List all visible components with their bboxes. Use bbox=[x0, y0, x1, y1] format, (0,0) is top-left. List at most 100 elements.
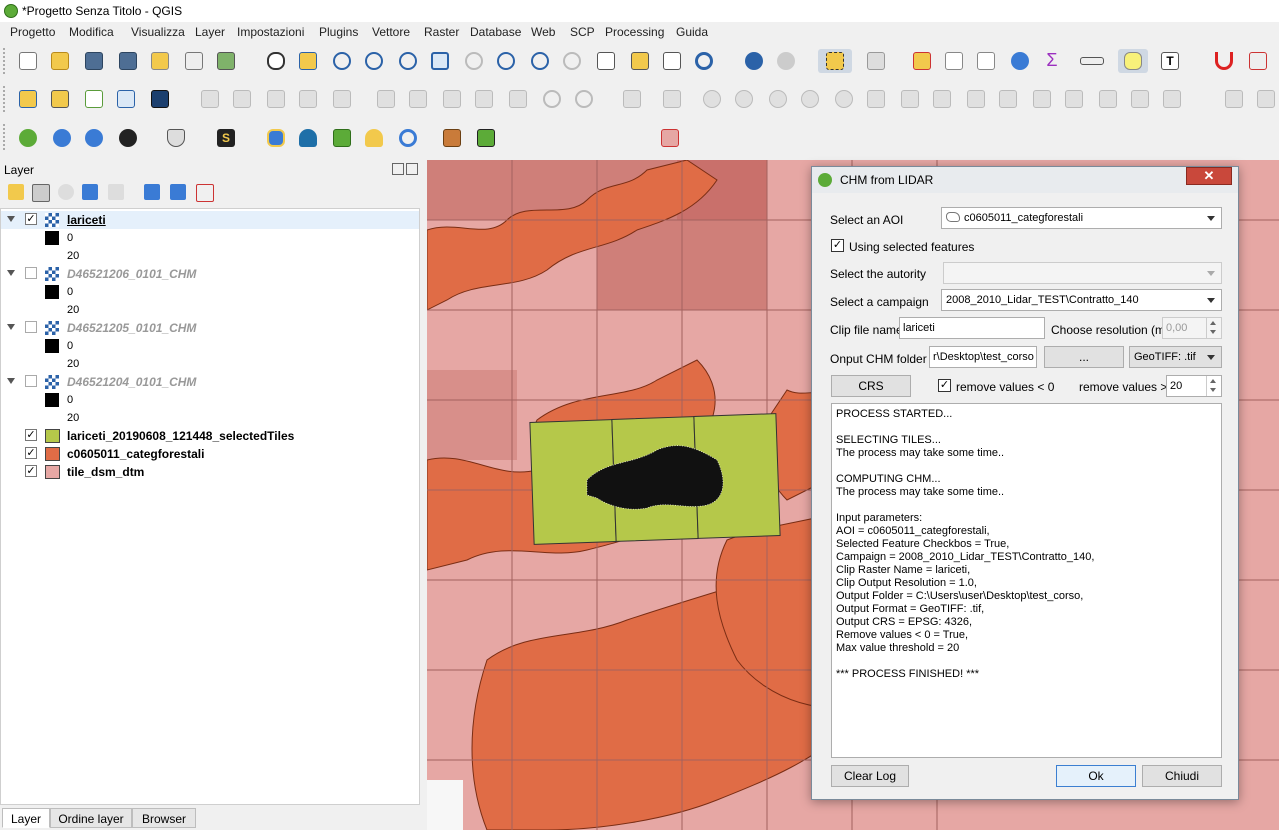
filter-legend-icon[interactable] bbox=[82, 184, 98, 200]
reshape-features-icon[interactable] bbox=[864, 87, 888, 111]
merge-features-icon[interactable] bbox=[1062, 87, 1086, 111]
output-format-select[interactable]: GeoTIFF: .tif bbox=[1129, 346, 1222, 368]
toolbar-handle[interactable] bbox=[3, 124, 9, 150]
new-spatialite-icon[interactable] bbox=[114, 87, 138, 111]
person-plugin-icon[interactable] bbox=[362, 126, 386, 150]
new-geopackage-icon[interactable] bbox=[48, 87, 72, 111]
browse-folder-button[interactable]: ... bbox=[1044, 346, 1124, 368]
new-shapefile-icon[interactable] bbox=[82, 87, 106, 111]
expand-arrow-icon[interactable] bbox=[7, 378, 15, 384]
layout-manager-button[interactable] bbox=[182, 49, 206, 73]
layer-visibility-checkbox[interactable] bbox=[25, 267, 37, 279]
split-features-icon[interactable] bbox=[996, 87, 1020, 111]
edit-polygon-plugin-icon[interactable] bbox=[658, 126, 682, 150]
menu-progetto[interactable]: Progetto bbox=[10, 25, 55, 39]
new-project-button[interactable] bbox=[16, 49, 40, 73]
menu-guida[interactable]: Guida bbox=[676, 25, 708, 39]
add-wfs-layer-icon[interactable] bbox=[82, 126, 106, 150]
rotate-point-icon[interactable] bbox=[1128, 87, 1152, 111]
output-folder-input[interactable]: r\Desktop\test_corso bbox=[929, 346, 1037, 368]
modify-attributes-icon[interactable] bbox=[374, 87, 398, 111]
toolbar-handle[interactable] bbox=[3, 86, 9, 112]
save-as-button[interactable] bbox=[116, 49, 140, 73]
scp-plugin-icon[interactable]: S bbox=[214, 126, 238, 150]
zoom-last-icon[interactable] bbox=[528, 49, 552, 73]
clear-log-button[interactable]: Clear Log bbox=[831, 765, 909, 787]
mountain-plugin-icon[interactable] bbox=[440, 126, 464, 150]
zoom-layer-icon[interactable] bbox=[494, 49, 518, 73]
expand-arrow-icon[interactable] bbox=[7, 216, 15, 222]
add-vector-layer-icon[interactable] bbox=[16, 126, 40, 150]
run-action-icon[interactable] bbox=[774, 49, 798, 73]
manage-visibility-icon[interactable] bbox=[58, 184, 74, 200]
layer-visibility-checkbox[interactable] bbox=[25, 321, 37, 333]
cloud-plugin-icon[interactable] bbox=[296, 126, 320, 150]
spinner-arrows-icon[interactable] bbox=[1206, 318, 1221, 338]
field-calculator-icon[interactable] bbox=[974, 49, 998, 73]
zoom-out-icon[interactable] bbox=[362, 49, 386, 73]
pan-map-icon[interactable] bbox=[264, 49, 288, 73]
aoi-select[interactable]: c0605011_categforestali bbox=[941, 207, 1222, 229]
remove-greater-spinbox[interactable]: 20 bbox=[1166, 375, 1222, 397]
toggle-editing-icon[interactable] bbox=[230, 87, 254, 111]
open-layer-styling-icon[interactable] bbox=[8, 184, 24, 200]
python-console-icon[interactable] bbox=[264, 126, 288, 150]
label-tool-icon[interactable] bbox=[1222, 87, 1246, 111]
clip-file-name-input[interactable]: lariceti bbox=[899, 317, 1045, 339]
menu-web[interactable]: Web bbox=[531, 25, 555, 39]
menu-plugins[interactable]: Plugins bbox=[319, 25, 358, 39]
paste-features-icon[interactable] bbox=[506, 87, 530, 111]
vertex-tool-icon[interactable] bbox=[330, 87, 354, 111]
add-circular-string-icon[interactable] bbox=[660, 87, 684, 111]
advanced-digitizing-icon[interactable] bbox=[620, 87, 644, 111]
delete-ring-icon[interactable] bbox=[798, 87, 822, 111]
add-feature-icon[interactable] bbox=[296, 87, 320, 111]
tab-layer-order[interactable]: Ordine layer bbox=[50, 808, 132, 828]
layer-item-tile-dsm-dtm[interactable]: ✓ tile_dsm_dtm bbox=[1, 463, 419, 481]
menu-vettore[interactable]: Vettore bbox=[372, 25, 410, 39]
bookmarks-icon[interactable] bbox=[660, 49, 684, 73]
select-by-value-icon[interactable] bbox=[864, 49, 888, 73]
fill-ring-icon[interactable] bbox=[766, 87, 790, 111]
delete-part-icon[interactable] bbox=[832, 87, 856, 111]
layer-item-d46521204[interactable]: D46521204_0101_CHM bbox=[1, 373, 419, 391]
zoom-selection-icon[interactable] bbox=[462, 49, 486, 73]
menu-processing[interactable]: Processing bbox=[605, 25, 664, 39]
remove-negative-checkbox[interactable]: ✓ bbox=[938, 379, 951, 392]
add-part-icon[interactable] bbox=[732, 87, 756, 111]
attribute-table-icon[interactable] bbox=[942, 49, 966, 73]
autority-select[interactable] bbox=[943, 262, 1222, 284]
close-panel-icon[interactable] bbox=[406, 163, 418, 175]
identify-features-icon[interactable] bbox=[742, 49, 766, 73]
collapse-all-icon[interactable] bbox=[170, 184, 186, 200]
tab-layer[interactable]: Layer bbox=[2, 808, 50, 828]
cut-features-icon[interactable] bbox=[440, 87, 464, 111]
using-selected-features-checkbox[interactable]: ✓ bbox=[831, 239, 844, 252]
filter-expression-icon[interactable] bbox=[108, 184, 124, 200]
menu-impostazioni[interactable]: Impostazioni bbox=[237, 25, 304, 39]
layer-item-d46521206[interactable]: D46521206_0101_CHM bbox=[1, 265, 419, 283]
refresh-icon[interactable] bbox=[692, 49, 716, 73]
new-map-view-icon[interactable] bbox=[594, 49, 618, 73]
map-tips-icon[interactable] bbox=[1118, 49, 1148, 73]
undo-icon[interactable] bbox=[540, 87, 564, 111]
menu-visualizza[interactable]: Visualizza bbox=[131, 25, 185, 39]
menu-scp[interactable]: SCP bbox=[570, 25, 595, 39]
pan-to-selection-icon[interactable] bbox=[296, 49, 320, 73]
spinner-arrows-icon[interactable] bbox=[1206, 376, 1221, 396]
add-group-icon[interactable] bbox=[32, 184, 50, 202]
add-wms-layer-icon[interactable] bbox=[50, 126, 74, 150]
menu-raster[interactable]: Raster bbox=[424, 25, 459, 39]
zoom-in-icon[interactable] bbox=[330, 49, 354, 73]
layer-item-lariceti[interactable]: ✓ lariceti bbox=[1, 211, 419, 229]
update-plugin-icon[interactable] bbox=[396, 126, 420, 150]
new-print-layout-button[interactable] bbox=[148, 49, 172, 73]
processing-toolbox-icon[interactable] bbox=[1008, 49, 1032, 73]
pin-labels-icon[interactable] bbox=[1254, 87, 1278, 111]
remove-layer-icon[interactable] bbox=[196, 184, 214, 202]
data-source-manager-icon[interactable] bbox=[16, 87, 40, 111]
crs-button[interactable]: CRS bbox=[831, 375, 911, 397]
layer-visibility-checkbox[interactable]: ✓ bbox=[25, 213, 37, 225]
offset-curve-icon[interactable] bbox=[898, 87, 922, 111]
menu-modifica[interactable]: Modifica bbox=[69, 25, 114, 39]
